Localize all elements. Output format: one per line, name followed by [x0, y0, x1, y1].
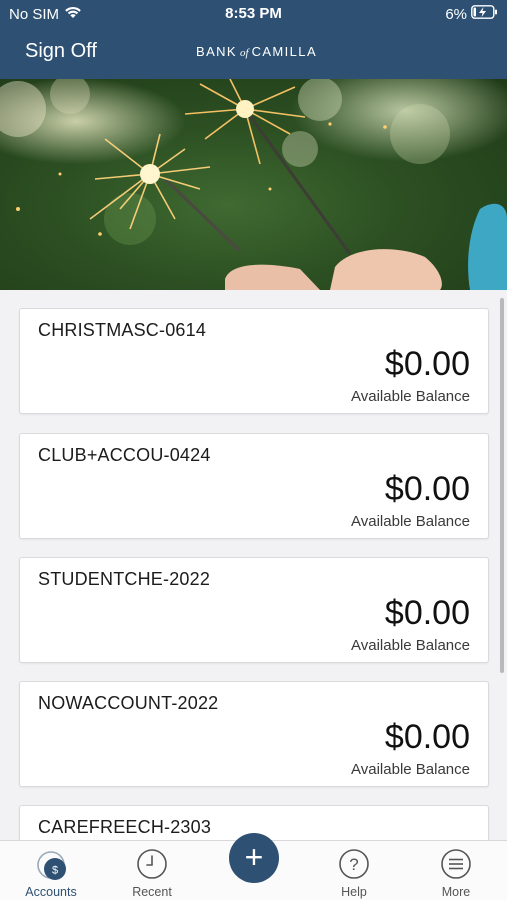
- help-glyph: ?: [349, 855, 358, 874]
- account-name: STUDENTCHE-2022: [38, 569, 211, 589]
- accounts-icon: $: [35, 848, 67, 880]
- hero-sparkler-image: [0, 79, 507, 290]
- brand-of: of: [240, 47, 249, 59]
- help-icon: ?: [338, 848, 370, 880]
- balance-label: Available Balance: [351, 513, 470, 530]
- account-card[interactable]: NOWACCOUNT-2022 $0.00 Available Balance: [19, 681, 489, 787]
- brand-bank: BANK: [196, 44, 238, 59]
- status-bar: No SIM 8:53 PM 6%: [0, 0, 507, 26]
- account-name: CLUB+ACCOU-0424: [38, 445, 211, 465]
- bank-logo: BANK of CAMILLA: [196, 44, 317, 59]
- tab-accounts[interactable]: $ Accounts: [11, 841, 91, 900]
- clock-icon: [136, 848, 168, 880]
- account-balance: $0.00: [384, 470, 470, 508]
- tab-more-label: More: [441, 885, 471, 899]
- balance-label: Available Balance: [351, 388, 470, 405]
- clock: 8:53 PM: [225, 5, 282, 22]
- account-name: CHRISTMASC-0614: [38, 320, 207, 340]
- account-balance: $0.00: [384, 594, 470, 632]
- account-card[interactable]: CHRISTMASC-0614 $0.00 Available Balance: [19, 308, 489, 414]
- account-name: CAREFREECH-2303: [38, 817, 212, 837]
- plus-icon: +: [244, 839, 264, 875]
- tab-help-label: Help: [341, 885, 367, 899]
- account-card[interactable]: CLUB+ACCOU-0424 $0.00 Available Balance: [19, 433, 489, 539]
- accounts-badge-glyph: $: [52, 865, 58, 877]
- add-button[interactable]: +: [229, 833, 279, 883]
- app-header: No SIM 8:53 PM 6% Sign Off BANK of CAMIL…: [0, 0, 507, 79]
- balance-label: Available Balance: [351, 637, 470, 654]
- tab-help[interactable]: ? Help: [314, 841, 394, 900]
- menu-icon: [440, 848, 472, 880]
- tab-recent-label: Recent: [132, 885, 172, 899]
- tab-more[interactable]: More: [416, 841, 496, 900]
- balance-label: Available Balance: [351, 761, 470, 778]
- account-card[interactable]: STUDENTCHE-2022 $0.00 Available Balance: [19, 557, 489, 663]
- battery-group: 6%: [445, 5, 498, 23]
- sign-off-button[interactable]: Sign Off: [25, 40, 97, 63]
- tab-accounts-label: Accounts: [25, 885, 77, 899]
- brand-camilla: CAMILLA: [251, 44, 318, 59]
- tab-recent[interactable]: Recent: [112, 841, 192, 900]
- nav-bar: Sign Off BANK of CAMILLA: [0, 26, 507, 79]
- battery-charging-icon: [471, 5, 498, 23]
- battery-percent: 6%: [445, 5, 467, 23]
- account-list[interactable]: CHRISTMASC-0614 $0.00 Available Balance …: [0, 290, 507, 840]
- scrollbar[interactable]: [500, 298, 504, 673]
- account-name: NOWACCOUNT-2022: [38, 693, 219, 713]
- account-balance: $0.00: [384, 345, 470, 383]
- account-balance: $0.00: [384, 718, 470, 756]
